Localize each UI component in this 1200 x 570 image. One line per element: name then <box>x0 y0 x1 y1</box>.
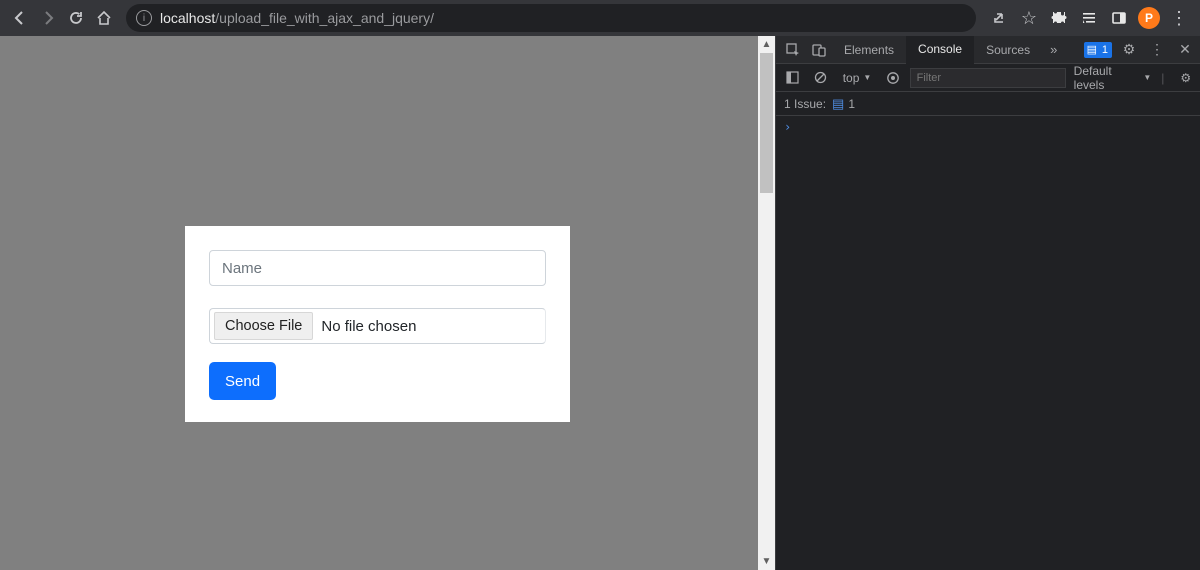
address-bar[interactable]: i localhost/upload_file_with_ajax_and_jq… <box>126 4 976 32</box>
extensions-icon[interactable] <box>1044 4 1074 32</box>
console-sidebar-toggle-icon[interactable] <box>780 71 804 84</box>
devtools-tab-bar: Elements Console Sources » ▤ 1 ⚙ ⋮ ✕ <box>776 36 1200 64</box>
devtools-menu-icon[interactable]: ⋮ <box>1146 41 1168 58</box>
url-path: /upload_file_with_ajax_and_jquery/ <box>215 10 434 26</box>
tab-sources[interactable]: Sources <box>974 36 1042 63</box>
name-input[interactable] <box>209 250 546 286</box>
scroll-up-icon[interactable]: ▲ <box>758 36 775 53</box>
log-levels-select[interactable]: Default levels▼ | <box>1070 64 1172 92</box>
console-filter-input[interactable] <box>910 68 1066 88</box>
file-input-wrapper[interactable]: Choose File No file chosen <box>209 308 546 344</box>
bookmark-star-icon[interactable]: ☆ <box>1014 4 1044 32</box>
issue-count: 1 <box>848 97 855 111</box>
console-output[interactable]: › <box>776 116 1200 570</box>
execution-context-select[interactable]: top▼ <box>837 71 878 85</box>
upload-form-card: Choose File No file chosen Send <box>185 226 570 422</box>
console-settings-icon[interactable]: ⚙ <box>1175 71 1196 85</box>
nav-forward-button[interactable] <box>34 4 62 32</box>
page-scrollbar[interactable]: ▲ ▼ <box>758 36 775 570</box>
dropdown-triangle-icon: ▼ <box>1143 73 1151 82</box>
more-tabs-icon[interactable]: » <box>1042 36 1065 63</box>
browser-chrome-bar: i localhost/upload_file_with_ajax_and_jq… <box>0 0 1200 36</box>
tab-console[interactable]: Console <box>906 36 974 64</box>
console-prompt-icon: › <box>784 120 791 134</box>
issue-item-icon: ▤ <box>832 96 844 112</box>
scroll-track[interactable] <box>758 53 775 553</box>
console-toolbar: top▼ Default levels▼ | ⚙ <box>776 64 1200 92</box>
inspect-element-icon[interactable] <box>780 36 806 63</box>
issues-label: 1 Issue: <box>784 97 826 111</box>
page-column: Choose File No file chosen Send ▲ ▼ <box>0 36 775 570</box>
url-host: localhost <box>160 10 215 26</box>
device-toolbar-icon[interactable] <box>806 36 832 63</box>
scroll-down-icon[interactable]: ▼ <box>758 553 775 570</box>
reading-list-icon[interactable] <box>1074 4 1104 32</box>
clear-console-icon[interactable] <box>808 71 832 84</box>
live-expression-icon[interactable] <box>881 71 905 85</box>
issues-badge[interactable]: ▤ 1 <box>1084 42 1112 58</box>
devtools-panel: Elements Console Sources » ▤ 1 ⚙ ⋮ ✕ <box>775 36 1200 570</box>
file-status-text: No file chosen <box>321 318 416 335</box>
side-panel-icon[interactable] <box>1104 4 1134 32</box>
tab-elements[interactable]: Elements <box>832 36 906 63</box>
site-info-icon[interactable]: i <box>136 10 152 26</box>
page-viewport: Choose File No file chosen Send ▲ ▼ <box>0 36 775 570</box>
browser-menu-icon[interactable]: ⋮ <box>1164 4 1194 32</box>
devtools-settings-icon[interactable]: ⚙ <box>1118 41 1140 58</box>
dropdown-triangle-icon: ▼ <box>863 73 871 82</box>
devtools-close-icon[interactable]: ✕ <box>1174 41 1196 58</box>
share-icon[interactable] <box>984 4 1014 32</box>
choose-file-button[interactable]: Choose File <box>214 312 313 340</box>
nav-reload-button[interactable] <box>62 4 90 32</box>
issues-bar[interactable]: 1 Issue: ▤ 1 <box>776 92 1200 116</box>
nav-home-button[interactable] <box>90 4 118 32</box>
scroll-thumb[interactable] <box>760 53 773 193</box>
content-area: Choose File No file chosen Send ▲ ▼ <box>0 36 1200 570</box>
send-button[interactable]: Send <box>209 362 276 400</box>
nav-back-button[interactable] <box>6 4 34 32</box>
profile-avatar[interactable]: P <box>1138 7 1160 29</box>
issues-badge-icon: ▤ <box>1084 42 1100 58</box>
